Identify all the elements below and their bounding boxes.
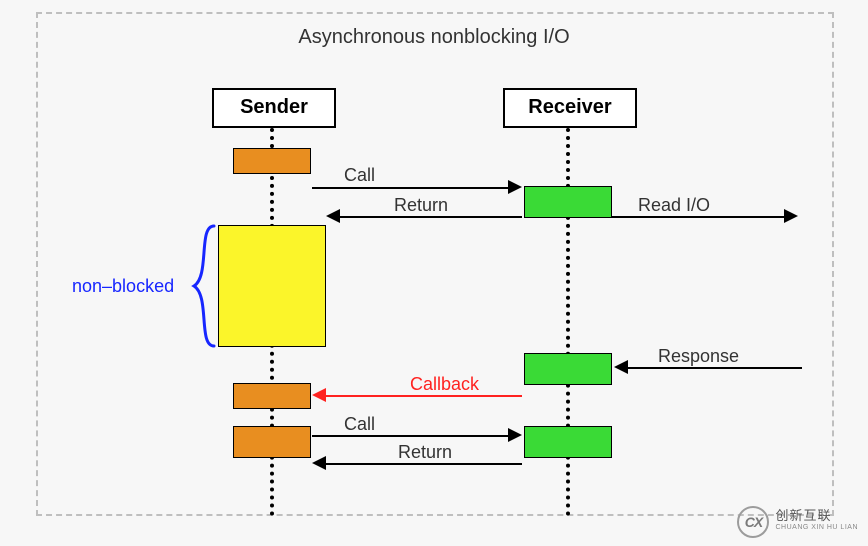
- arrowhead-readio: [784, 209, 798, 223]
- participant-receiver: Receiver: [503, 88, 637, 128]
- activation-sender-1: [233, 148, 311, 174]
- label-return2: Return: [396, 442, 454, 463]
- label-return1: Return: [392, 195, 450, 216]
- label-call1: Call: [342, 165, 377, 186]
- brand-logo-mark: CX: [737, 506, 769, 538]
- activation-receiver-2: [524, 353, 612, 385]
- arrow-readio: [612, 216, 786, 218]
- diagram-title: Asynchronous nonblocking I/O: [0, 26, 868, 49]
- arrow-return2: [326, 463, 522, 465]
- arrow-call2: [312, 435, 510, 437]
- activation-sender-2: [233, 383, 311, 409]
- brand-logo: CX 创新互联 CHUANG XIN HU LIAN: [737, 506, 858, 538]
- arrow-call1: [312, 187, 510, 189]
- arrow-response: [628, 367, 802, 369]
- activation-receiver-1: [524, 186, 612, 218]
- participant-sender: Sender: [212, 88, 336, 128]
- arrow-return1: [340, 216, 522, 218]
- brand-logo-line2: CHUANG XIN HU LIAN: [775, 522, 858, 534]
- arrowhead-callback: [312, 388, 326, 402]
- arrowhead-return1: [326, 209, 340, 223]
- activation-sender-nonblocked: [218, 225, 326, 347]
- brace-nonblocked: [190, 224, 220, 348]
- label-call2: Call: [342, 414, 377, 435]
- label-nonblocked: non–blocked: [70, 276, 176, 297]
- label-readio: Read I/O: [636, 195, 712, 216]
- arrowhead-return2: [312, 456, 326, 470]
- diagram-canvas: Asynchronous nonblocking I/O Sender Rece…: [0, 0, 868, 546]
- brand-logo-line1: 创新互联: [775, 510, 858, 522]
- arrowhead-response: [614, 360, 628, 374]
- activation-receiver-3: [524, 426, 612, 458]
- diagram-frame: [36, 12, 834, 516]
- label-callback: Callback: [408, 374, 481, 395]
- arrow-callback: [326, 395, 522, 397]
- arrowhead-call1: [508, 180, 522, 194]
- activation-sender-3: [233, 426, 311, 458]
- arrowhead-call2: [508, 428, 522, 442]
- label-response: Response: [656, 346, 741, 367]
